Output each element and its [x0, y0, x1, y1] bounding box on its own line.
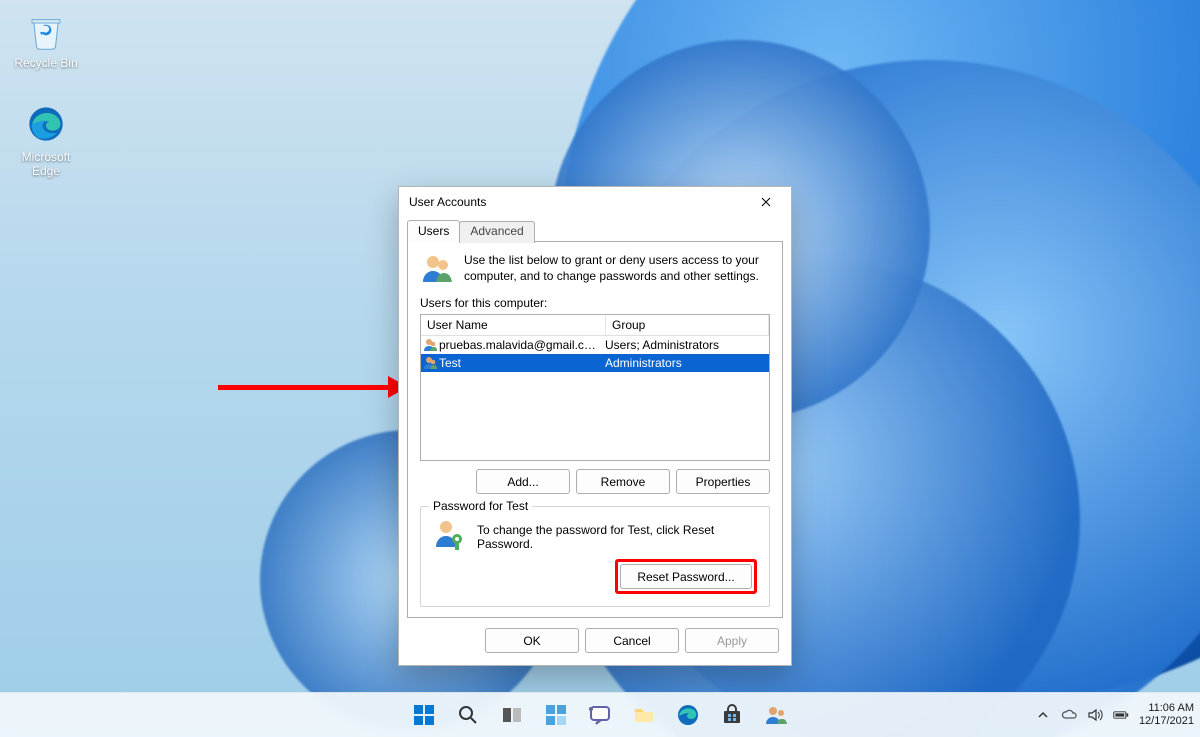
users-icon — [420, 252, 454, 286]
cell-group: Administrators — [599, 356, 769, 370]
edge-icon — [676, 703, 700, 727]
apply-button[interactable]: Apply — [685, 628, 779, 653]
reset-password-button[interactable]: Reset Password... — [620, 564, 752, 589]
store-button[interactable] — [713, 696, 751, 734]
dialog-title: User Accounts — [409, 195, 486, 209]
battery-tray-icon[interactable] — [1113, 707, 1129, 723]
user-accounts-taskbar-button[interactable] — [757, 696, 795, 734]
column-username[interactable]: User Name — [421, 315, 606, 335]
user-icon — [421, 356, 439, 370]
tray-overflow-button[interactable] — [1035, 707, 1051, 723]
task-view-icon — [500, 703, 524, 727]
cancel-button[interactable]: Cancel — [585, 628, 679, 653]
cloud-icon — [1061, 707, 1077, 723]
cell-username: Test — [439, 356, 599, 370]
chevron-up-icon — [1037, 709, 1049, 721]
store-icon — [720, 703, 744, 727]
key-user-icon — [433, 517, 467, 551]
users-listview[interactable]: User Name Group pruebas.malavida@gmail.c… — [420, 314, 770, 461]
password-fieldset: Password for Test To change the password… — [420, 506, 770, 607]
speaker-icon — [1087, 707, 1103, 723]
user-accounts-dialog: User Accounts Users Advanced Use the lis… — [398, 186, 792, 666]
widgets-button[interactable] — [537, 696, 575, 734]
dialog-description: Use the list below to grant or deny user… — [464, 252, 770, 286]
column-group[interactable]: Group — [606, 315, 769, 335]
add-button[interactable]: Add... — [476, 469, 570, 494]
users-list-label: Users for this computer: — [420, 296, 770, 310]
password-text: To change the password for Test, click R… — [477, 517, 757, 551]
edge-taskbar-button[interactable] — [669, 696, 707, 734]
password-legend: Password for Test — [429, 499, 532, 513]
folder-icon — [632, 703, 656, 727]
desktop-icon-recycle-bin[interactable]: Recycle Bin — [8, 8, 84, 70]
tab-strip: Users Advanced — [407, 219, 783, 241]
task-view-button[interactable] — [493, 696, 531, 734]
onedrive-tray-icon[interactable] — [1061, 707, 1077, 723]
tab-users[interactable]: Users — [407, 220, 460, 242]
recycle-bin-icon — [24, 8, 68, 52]
close-icon — [761, 197, 771, 207]
windows-icon — [412, 703, 436, 727]
desktop: Recycle Bin Microsoft Edge User Accounts… — [0, 0, 1200, 737]
properties-button[interactable]: Properties — [676, 469, 770, 494]
clock-time: 11:06 AM — [1139, 702, 1194, 715]
taskbar-clock[interactable]: 11:06 AM 12/17/2021 — [1139, 702, 1194, 727]
chat-button[interactable] — [581, 696, 619, 734]
battery-icon — [1113, 709, 1129, 721]
desktop-icon-label: Microsoft Edge — [8, 150, 84, 178]
start-button[interactable] — [405, 696, 443, 734]
tab-advanced[interactable]: Advanced — [459, 221, 534, 243]
tab-panel-users: Use the list below to grant or deny user… — [407, 241, 783, 618]
user-row[interactable]: pruebas.malavida@gmail.com Users; Admini… — [421, 336, 769, 354]
clock-date: 12/17/2021 — [1139, 715, 1194, 728]
cell-username: pruebas.malavida@gmail.com — [439, 338, 599, 352]
widgets-icon — [544, 703, 568, 727]
taskbar-center — [405, 696, 795, 734]
user-icon — [421, 338, 439, 352]
users-icon — [764, 703, 788, 727]
file-explorer-button[interactable] — [625, 696, 663, 734]
listview-header[interactable]: User Name Group — [421, 315, 769, 336]
search-button[interactable] — [449, 696, 487, 734]
user-row-selected[interactable]: Test Administrators — [421, 354, 769, 372]
ok-button[interactable]: OK — [485, 628, 579, 653]
edge-icon — [24, 102, 68, 146]
chat-icon — [588, 703, 612, 727]
close-button[interactable] — [743, 187, 789, 217]
system-tray[interactable]: 11:06 AM 12/17/2021 — [1035, 693, 1194, 737]
desktop-icon-edge[interactable]: Microsoft Edge — [8, 102, 84, 178]
dialog-titlebar[interactable]: User Accounts — [399, 187, 791, 217]
desktop-icon-label: Recycle Bin — [8, 56, 84, 70]
taskbar[interactable]: 11:06 AM 12/17/2021 — [0, 692, 1200, 737]
cell-group: Users; Administrators — [599, 338, 769, 352]
volume-tray-icon[interactable] — [1087, 707, 1103, 723]
remove-button[interactable]: Remove — [576, 469, 670, 494]
annotation-highlight: Reset Password... — [615, 559, 757, 594]
search-icon — [456, 703, 480, 727]
annotation-arrow — [218, 378, 408, 396]
